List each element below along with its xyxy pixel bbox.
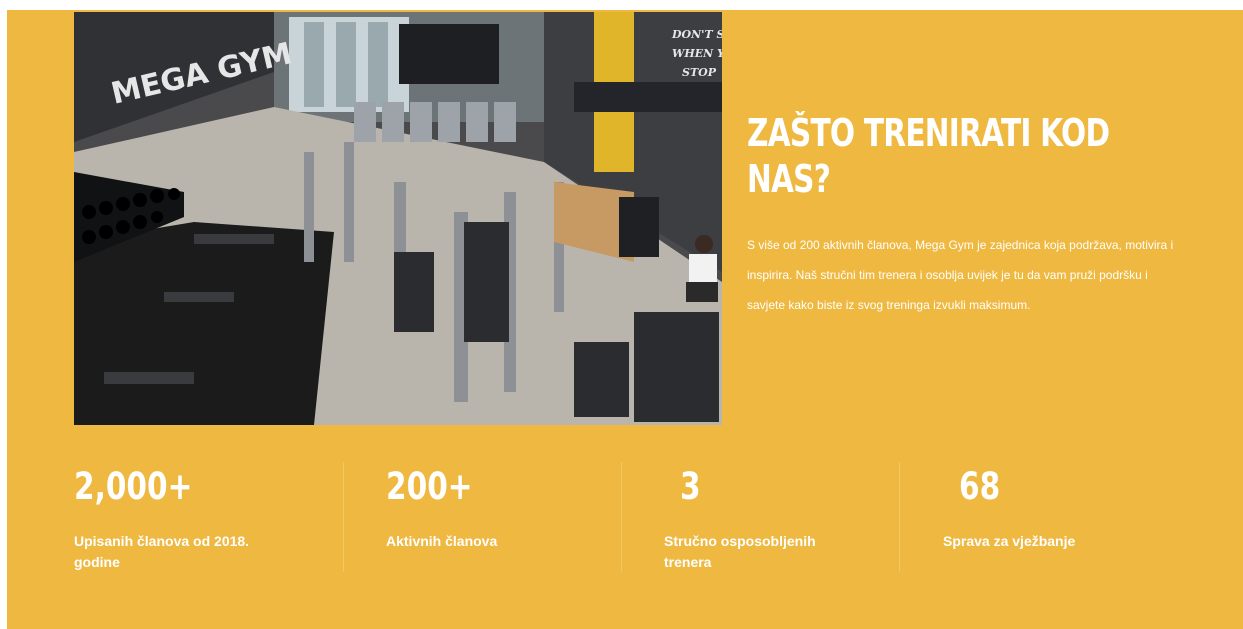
stat-divider [343,462,344,572]
section-heading: ZAŠTO TRENIRATI KOD NAS? [747,111,1110,201]
gym-interior-image: MEGA GYM DON'T ST WHEN YOU STOP [74,12,722,425]
wall-slogan-line-1: DON'T ST [671,28,722,41]
gym-photo-illustration: MEGA GYM DON'T ST WHEN YOU STOP [74,12,722,425]
stat-label: Upisanih članova od 2018. godine [74,533,250,570]
stat-active-members: 200+ Aktivnih članova [386,465,606,552]
wall-slogan-line-2: WHEN YOU [672,47,722,60]
section-description: S više od 200 aktivnih članova, Mega Gym… [747,238,1174,312]
wall-slogan-line-3: STOP [682,66,717,79]
stat-value: 2,000+ [74,465,193,508]
stat-equipment: 68 Sprava za vježbanje [943,465,1163,552]
stat-divider [899,462,900,572]
stat-label: Aktivnih članova [386,533,498,549]
stat-label: Stručno osposobljenih trenera [664,533,816,570]
stat-value: 200+ [386,465,473,508]
stat-enrolled-members: 2,000+ Upisanih članova od 2018. godine [74,465,294,573]
stat-value: 3 [680,465,701,508]
stat-label: Sprava za vježbanje [943,533,1076,549]
stat-divider [621,462,622,572]
stat-value: 68 [959,465,1001,508]
stat-trainers: 3 Stručno osposobljenih trenera [664,465,844,573]
